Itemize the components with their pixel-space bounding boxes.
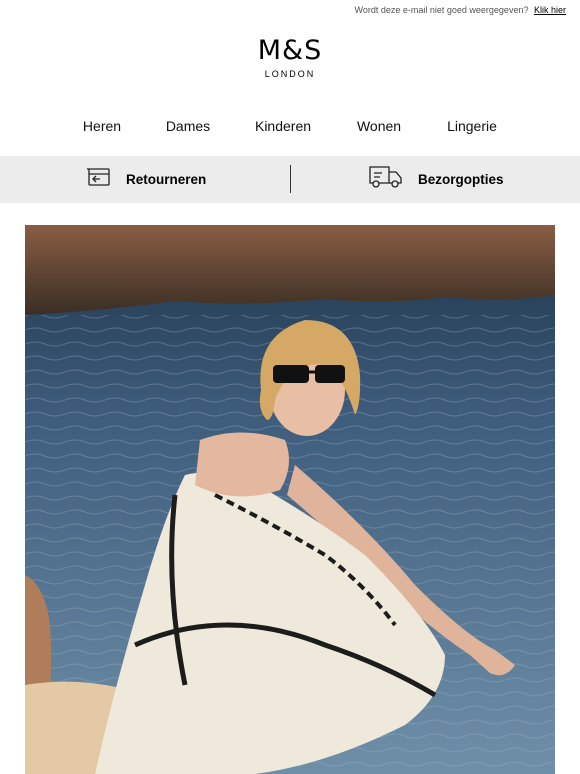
service-bar: Retourneren Bezorgopties <box>0 156 580 203</box>
sunglasses <box>273 365 309 383</box>
nav-item-wonen[interactable]: Wonen <box>357 118 401 134</box>
top-bar: Wordt deze e-mail niet goed weergegeven?… <box>0 0 580 20</box>
nav-item-lingerie[interactable]: Lingerie <box>447 118 497 134</box>
nav-item-heren[interactable]: Heren <box>83 118 121 134</box>
email-notice: Wordt deze e-mail niet goed weergegeven?… <box>355 5 566 15</box>
delivery-link[interactable]: Bezorgopties <box>368 156 504 203</box>
nav-item-kinderen[interactable]: Kinderen <box>255 118 311 134</box>
nav-item-dames[interactable]: Dames <box>166 118 210 134</box>
view-online-link[interactable]: Klik hier <box>534 5 566 15</box>
return-box-icon <box>86 166 112 193</box>
brand-logo[interactable]: M&S LONDON <box>0 35 580 80</box>
logo-mark: M&S <box>257 35 323 66</box>
main-nav: Heren Dames Kinderen Wonen Lingerie <box>0 118 580 138</box>
returns-link[interactable]: Retourneren <box>86 156 206 203</box>
logo-subtitle: LONDON <box>264 69 316 79</box>
email-notice-text: Wordt deze e-mail niet goed weergegeven? <box>354 5 529 15</box>
delivery-label: Bezorgopties <box>418 172 504 187</box>
hero-photo-illustration <box>25 225 555 774</box>
hero-image[interactable] <box>25 225 555 774</box>
service-divider <box>290 165 291 193</box>
returns-label: Retourneren <box>126 172 207 187</box>
delivery-truck-icon <box>368 164 404 195</box>
